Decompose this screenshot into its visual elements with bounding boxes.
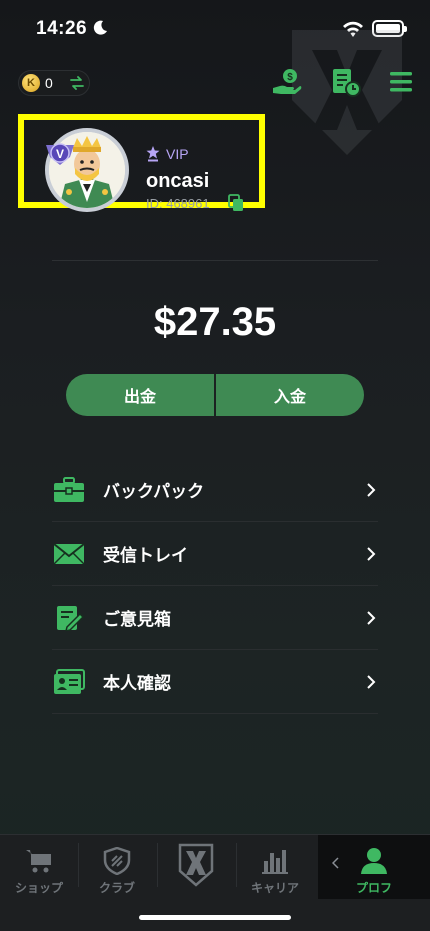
tab-career[interactable]: キャリア bbox=[236, 835, 314, 899]
tab-label: キャリア bbox=[250, 881, 299, 895]
chevron-right-icon bbox=[367, 611, 376, 625]
tab-label: クラブ bbox=[98, 881, 135, 895]
menu-item-label: ご意見箱 bbox=[103, 610, 171, 630]
swap-icon[interactable] bbox=[69, 76, 85, 90]
feedback-icon bbox=[57, 605, 85, 631]
tab-label: プロフ bbox=[355, 881, 392, 895]
profile-menu-list: バックパック 受信トレイ ご意見箱 本人確認 bbox=[52, 458, 378, 714]
crest-icon bbox=[178, 843, 214, 887]
user-id: ID: 468961 bbox=[146, 196, 210, 211]
tab-profile-content: プロフ bbox=[335, 835, 413, 899]
menu-item-label: 受信トレイ bbox=[103, 546, 188, 566]
tab-label: ショップ bbox=[14, 881, 63, 895]
deposit-button[interactable]: 入金 bbox=[216, 374, 364, 416]
vip-star-icon bbox=[146, 146, 160, 162]
status-time: 14:26 bbox=[36, 18, 88, 39]
coin-balance-pill[interactable]: K 0 bbox=[18, 70, 90, 96]
moon-icon bbox=[93, 20, 107, 35]
menu-item-identity[interactable]: 本人確認 bbox=[52, 650, 378, 714]
coin-count: 0 bbox=[45, 75, 53, 91]
coin-icon: K bbox=[22, 74, 40, 92]
chevron-right-icon bbox=[367, 547, 376, 561]
withdraw-button[interactable]: 出金 bbox=[66, 374, 214, 416]
vip-v-badge-icon: V bbox=[46, 143, 74, 165]
chevron-right-icon bbox=[367, 675, 376, 689]
svg-text:$: $ bbox=[287, 72, 293, 83]
vip-label: VIP bbox=[166, 146, 189, 162]
chevron-right-icon bbox=[367, 483, 376, 497]
menu-item-feedback[interactable]: ご意見箱 bbox=[52, 586, 378, 650]
balance-amount: $27.35 bbox=[153, 300, 277, 344]
menu-item-backpack[interactable]: バックパック bbox=[52, 458, 378, 522]
cart-icon bbox=[26, 850, 51, 873]
shield-icon bbox=[103, 847, 131, 875]
hamburger-menu-icon[interactable] bbox=[386, 66, 418, 98]
vip-row: VIP bbox=[146, 146, 189, 162]
menu-item-label: バックパック bbox=[103, 482, 205, 502]
menu-item-label: 本人確認 bbox=[103, 674, 171, 694]
tab-shop[interactable]: ショップ bbox=[0, 835, 78, 899]
menu-item-inbox[interactable]: 受信トレイ bbox=[52, 522, 378, 586]
tab-profile[interactable]: プロフ bbox=[318, 835, 430, 899]
copy-icon[interactable] bbox=[228, 194, 244, 212]
divider bbox=[52, 260, 378, 261]
home-indicator[interactable] bbox=[139, 915, 291, 920]
wallet-actions: 出金 入金 bbox=[66, 374, 364, 416]
tab-club[interactable]: クラブ bbox=[78, 835, 156, 899]
tab-home[interactable] bbox=[157, 835, 235, 899]
username: oncasi bbox=[146, 170, 210, 192]
svg-text:V: V bbox=[56, 147, 64, 161]
records-clock-icon[interactable] bbox=[330, 66, 362, 98]
person-icon bbox=[361, 848, 387, 874]
bar-chart-icon bbox=[262, 850, 288, 874]
envelope-icon bbox=[53, 542, 85, 565]
deposit-hand-icon[interactable]: $ bbox=[271, 66, 303, 98]
id-card-icon bbox=[54, 668, 85, 694]
briefcase-icon bbox=[54, 476, 84, 502]
